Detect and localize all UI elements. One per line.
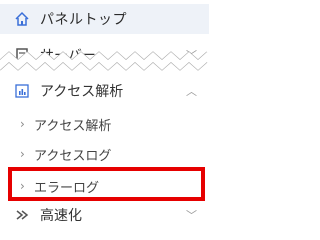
submenu-item-access-analysis[interactable]: › アクセス解析 bbox=[0, 110, 209, 138]
server-icon bbox=[14, 47, 30, 63]
bar-chart-icon bbox=[14, 83, 30, 99]
chevron-down-icon: ﹀ bbox=[186, 49, 197, 62]
sidebar-item-label: パネルトップ bbox=[40, 12, 127, 28]
speed-icon bbox=[14, 207, 30, 223]
chevron-up-icon: ︿ bbox=[186, 85, 197, 98]
sidebar-item-label: アクセス解析 bbox=[40, 84, 124, 100]
home-icon bbox=[14, 11, 30, 27]
sidebar-item-server[interactable]: サーバー ﹀ bbox=[0, 40, 209, 70]
sidebar-menu: パネルトップ サーバー ﹀ アクセス解析 ︿ › アクセス解析 › アクセスログ… bbox=[0, 0, 209, 234]
sidebar-item-label: サーバー bbox=[40, 48, 96, 64]
chevron-down-icon: ﹀ bbox=[186, 209, 197, 222]
chevron-right-icon: › bbox=[20, 179, 25, 193]
sidebar-item-panel-top[interactable]: パネルトップ bbox=[0, 4, 209, 34]
chevron-right-icon: › bbox=[20, 147, 25, 161]
sidebar-item-access-analysis[interactable]: アクセス解析 ︿ bbox=[0, 76, 209, 106]
sidebar-item-speedup[interactable]: 高速化 ﹀ bbox=[0, 200, 209, 230]
submenu-item-label: エラーログ bbox=[34, 180, 100, 196]
submenu-item-access-log[interactable]: › アクセスログ bbox=[0, 140, 209, 168]
submenu-item-label: アクセスログ bbox=[34, 148, 112, 164]
chevron-right-icon: › bbox=[20, 117, 25, 131]
sidebar-item-label: 高速化 bbox=[40, 208, 82, 224]
submenu-item-label: アクセス解析 bbox=[34, 118, 112, 134]
submenu-item-error-log[interactable]: › エラーログ bbox=[0, 172, 209, 200]
